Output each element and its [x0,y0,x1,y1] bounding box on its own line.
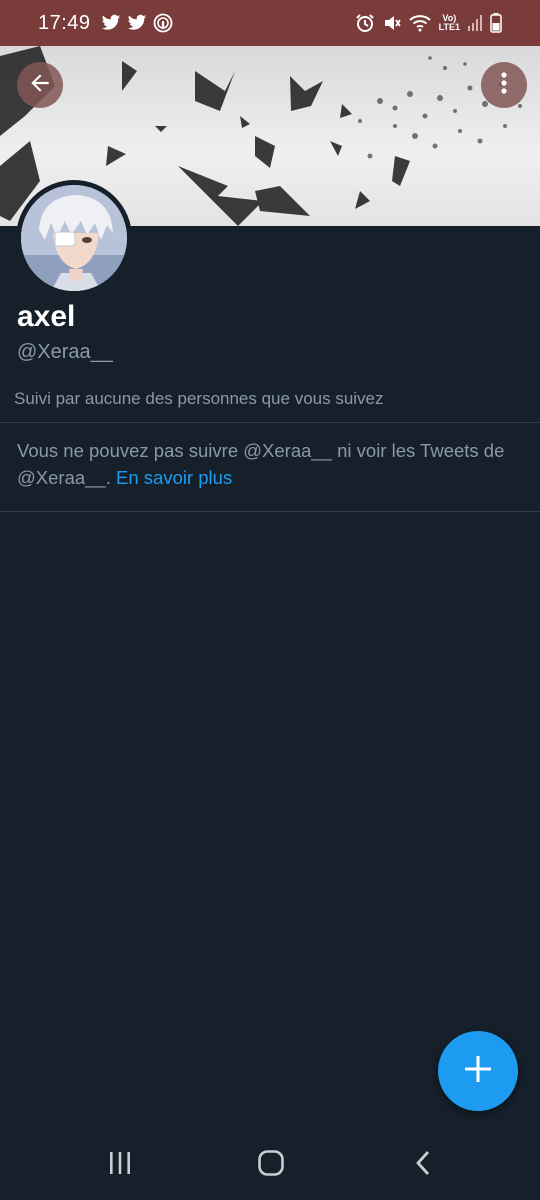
profile-avatar-button[interactable] [16,180,132,296]
battery-icon [490,13,502,33]
recent-apps-icon [107,1150,133,1181]
podcast-icon [153,13,173,33]
status-time: 17:49 [38,11,91,34]
profile-name-text: axel [17,300,76,333]
profile-handle: @Xeraa__ [17,341,113,363]
arrow-left-icon [27,70,53,101]
more-options-button[interactable] [481,62,527,108]
network-label-bottom: LTE1 [438,22,460,32]
avatar [21,185,127,291]
divider [0,511,540,512]
blocked-notice-text: Vous ne pouvez pas suivre @Xeraa__ ni vo… [17,440,505,488]
alarm-icon [355,13,375,33]
back-chevron-icon [413,1149,433,1182]
twitter-bird-icon [127,14,147,32]
blocked-notice: Vous ne pouvez pas suivre @Xeraa__ ni vo… [17,437,527,491]
divider [0,422,540,423]
avatar-image [21,185,127,291]
system-navigation-bar [0,1130,540,1200]
mute-icon [383,13,401,33]
system-back-button[interactable] [383,1130,463,1200]
profile-name: axel [17,298,113,336]
status-notification-icons [101,13,173,33]
home-icon [257,1149,285,1182]
status-system-icons: Vo) LTE1 [355,13,502,33]
compose-tweet-button[interactable] [438,1031,518,1111]
wifi-icon [408,14,431,32]
volte-lte-icon: Vo) LTE1 [439,14,460,32]
plus-icon [463,1054,493,1089]
recent-apps-button[interactable] [80,1130,160,1200]
crescent-moon-icon [83,298,113,336]
signal-icon [468,15,482,31]
home-button[interactable] [231,1130,311,1200]
twitter-bird-icon [101,14,121,32]
learn-more-link[interactable]: En savoir plus [116,467,232,488]
back-button[interactable] [17,62,63,108]
more-vertical-icon [492,70,516,101]
status-bar: 17:49 Vo) LTE1 [0,0,540,46]
followed-by-text: Suivi par aucune des personnes que vous … [14,389,384,408]
